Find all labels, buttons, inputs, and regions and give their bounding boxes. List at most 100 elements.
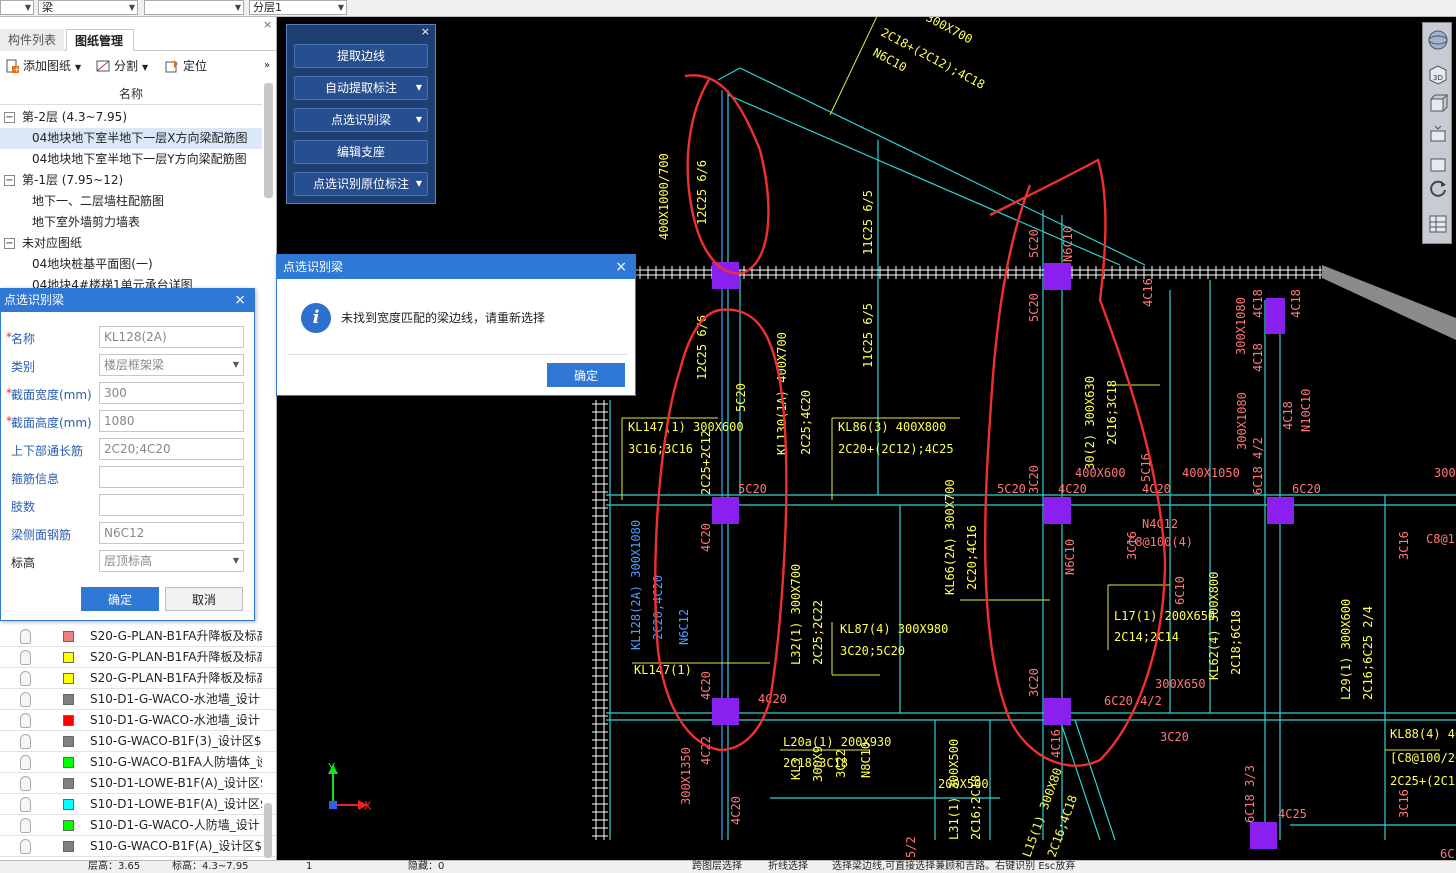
field-select[interactable]: 层顶标高 ▼ — [99, 550, 244, 572]
tree-item[interactable]: 地下一、二层墙柱配筋图 — [0, 191, 262, 212]
layer-color-swatch[interactable] — [63, 778, 74, 789]
3d-view-icon[interactable]: 3D — [1427, 63, 1449, 85]
layer-color-swatch[interactable] — [63, 820, 74, 831]
visibility-bulb-icon[interactable] — [20, 755, 31, 770]
layer-scrollbar[interactable] — [264, 803, 272, 858]
tree-group[interactable]: − 第-2层 (4.3~7.95) — [0, 107, 262, 128]
collapse-toggle-icon[interactable]: − — [4, 112, 15, 123]
layer-select[interactable]: 分层1 ▼ — [249, 0, 347, 15]
layer-row[interactable]: S10-G-WACO-B1F(3)_设计区$ — [0, 731, 276, 752]
column-marker[interactable] — [712, 497, 739, 524]
column-marker[interactable] — [1044, 263, 1071, 290]
visibility-bulb-icon[interactable] — [20, 671, 31, 686]
layer-row[interactable]: S20-G-PLAN-B1FA升降板及标高 — [0, 668, 276, 689]
add-drawing-button[interactable]: +添加图纸▼ — [5, 57, 81, 75]
visibility-bulb-icon[interactable] — [20, 797, 31, 812]
tool-button[interactable]: 点选识别梁 ▼ — [294, 108, 428, 132]
cancel-button[interactable]: 取消 — [165, 587, 243, 611]
column-marker[interactable] — [1044, 497, 1071, 524]
collapse-toggle-icon[interactable]: − — [4, 175, 15, 186]
tool-button[interactable]: 提取边线 — [294, 44, 428, 68]
layer-row[interactable]: S20-G-PLAN-B1FA升降板及标高 — [0, 647, 276, 668]
column-marker[interactable] — [712, 262, 739, 289]
layer-color-swatch[interactable] — [63, 757, 74, 768]
close-icon[interactable]: × — [421, 25, 430, 38]
globe-icon[interactable] — [1427, 29, 1449, 51]
visibility-bulb-icon[interactable] — [20, 776, 31, 791]
box-icon[interactable] — [1427, 153, 1449, 175]
cross-layer-select-toggle[interactable]: 跨图层选择 — [692, 861, 742, 873]
drawing-annotation: 300X1080 — [1234, 297, 1248, 355]
tree-scrollbar[interactable] — [264, 83, 273, 198]
left-selector[interactable]: ▼ — [0, 0, 34, 15]
confirm-button[interactable]: 确定 — [81, 587, 159, 611]
grid-icon[interactable] — [1427, 213, 1449, 235]
tree-label: 第-2层 (4.3~7.95) — [22, 110, 128, 124]
field-input[interactable]: 300 — [99, 382, 244, 404]
layer-color-swatch[interactable] — [63, 631, 74, 642]
empty-select[interactable]: ▼ — [144, 0, 244, 15]
axis-y-label: Y — [328, 761, 336, 775]
layer-row[interactable]: S10-D1-LOWE-B1F(A)_设计区$ — [0, 773, 276, 794]
tree-item[interactable]: 04地块桩基平面图(一) — [0, 254, 262, 275]
field-select[interactable]: 楼层框架梁 ▼ — [99, 354, 244, 376]
tree-group[interactable]: − 第-1层 (7.95~12) — [0, 170, 262, 191]
visibility-bulb-icon[interactable] — [20, 839, 31, 854]
field-input[interactable]: 1080 — [99, 410, 244, 432]
layer-row[interactable]: S10-G-WACO-B1F(A)_设计区$ — [0, 836, 276, 857]
layer-row[interactable]: S10-G-WACO-B1FA人防墙体_设 — [0, 752, 276, 773]
field-input[interactable]: N6C12 — [99, 522, 244, 544]
box-down-icon[interactable] — [1427, 123, 1449, 145]
tab-drawing-management[interactable]: 图纸管理 — [66, 29, 134, 51]
layer-color-swatch[interactable] — [63, 736, 74, 747]
rotate-icon[interactable] — [1427, 177, 1449, 199]
tree-item[interactable]: 地下室外墙剪力墙表 — [0, 212, 262, 233]
message-ok-button[interactable]: 确定 — [547, 363, 625, 387]
column-marker[interactable] — [1250, 822, 1277, 849]
visibility-bulb-icon[interactable] — [20, 734, 31, 749]
layer-color-swatch[interactable] — [63, 673, 74, 684]
tool-button[interactable]: 点选识别原位标注 ▼ — [294, 172, 428, 196]
layer-color-swatch[interactable] — [63, 652, 74, 663]
close-icon[interactable]: × — [615, 255, 627, 279]
visibility-bulb-icon[interactable] — [20, 713, 31, 728]
visibility-bulb-icon[interactable] — [20, 692, 31, 707]
more-button[interactable]: » — [264, 57, 270, 75]
layer-row[interactable]: S20-G-PLAN-B1FA升降板及标高 — [0, 626, 276, 647]
field-input[interactable]: KL128(2A) — [99, 326, 244, 348]
layer-color-swatch[interactable] — [63, 715, 74, 726]
layer-row[interactable]: S10-D1-G-WACO-水池墙_设计 — [0, 689, 276, 710]
drawing-annotation: 2C25+2C12 — [699, 430, 713, 495]
tree-item[interactable]: 04地块地下室半地下一层X方向梁配筋图 — [0, 128, 262, 149]
visibility-bulb-icon[interactable] — [20, 818, 31, 833]
layer-name: S10-D1-LOWE-B1F(A)_设计区$ — [90, 797, 262, 811]
column-marker[interactable] — [712, 698, 739, 725]
layer-color-swatch[interactable] — [63, 799, 74, 810]
layer-color-swatch[interactable] — [63, 694, 74, 705]
locate-button[interactable]: 定位 — [165, 57, 207, 75]
visibility-bulb-icon[interactable] — [20, 650, 31, 665]
layer-row[interactable]: S10-D1-LOWE-B1F(A)_设计区$ — [0, 794, 276, 815]
collapse-toggle-icon[interactable]: − — [4, 238, 15, 249]
field-input[interactable]: 2C20;4C20 — [99, 438, 244, 460]
layer-row[interactable]: S10-D1-G-WACO-人防墙_设计 — [0, 815, 276, 836]
tab-component-list[interactable]: 构件列表 — [0, 29, 64, 51]
column-marker[interactable] — [1266, 298, 1285, 334]
layer-color-swatch[interactable] — [63, 841, 74, 852]
tool-button[interactable]: 编辑支座 — [294, 140, 428, 164]
polyline-select-toggle[interactable]: 折线选择 — [768, 861, 808, 873]
field-input[interactable] — [99, 494, 244, 516]
cube-icon[interactable] — [1427, 93, 1449, 115]
component-type-select[interactable]: 梁 ▼ — [38, 0, 138, 15]
close-icon[interactable]: × — [234, 289, 246, 312]
tree-item[interactable]: 04地块地下室半地下一层Y方向梁配筋图 — [0, 149, 262, 170]
column-marker[interactable] — [1267, 497, 1294, 524]
tree-group[interactable]: − 未对应图纸 — [0, 233, 262, 254]
tool-button[interactable]: 自动提取标注 ▼ — [294, 76, 428, 100]
layer-row[interactable]: S10-D1-G-WACO-水池墙_设计 — [0, 710, 276, 731]
split-button[interactable]: 分割 ▼ — [96, 57, 148, 75]
field-input[interactable] — [99, 466, 244, 488]
cad-drawing-canvas[interactable]: 2C18+(2C12);4C18300X700N6C10400X1000/700… — [278, 17, 1456, 860]
visibility-bulb-icon[interactable] — [20, 629, 31, 644]
column-marker[interactable] — [1044, 698, 1071, 725]
